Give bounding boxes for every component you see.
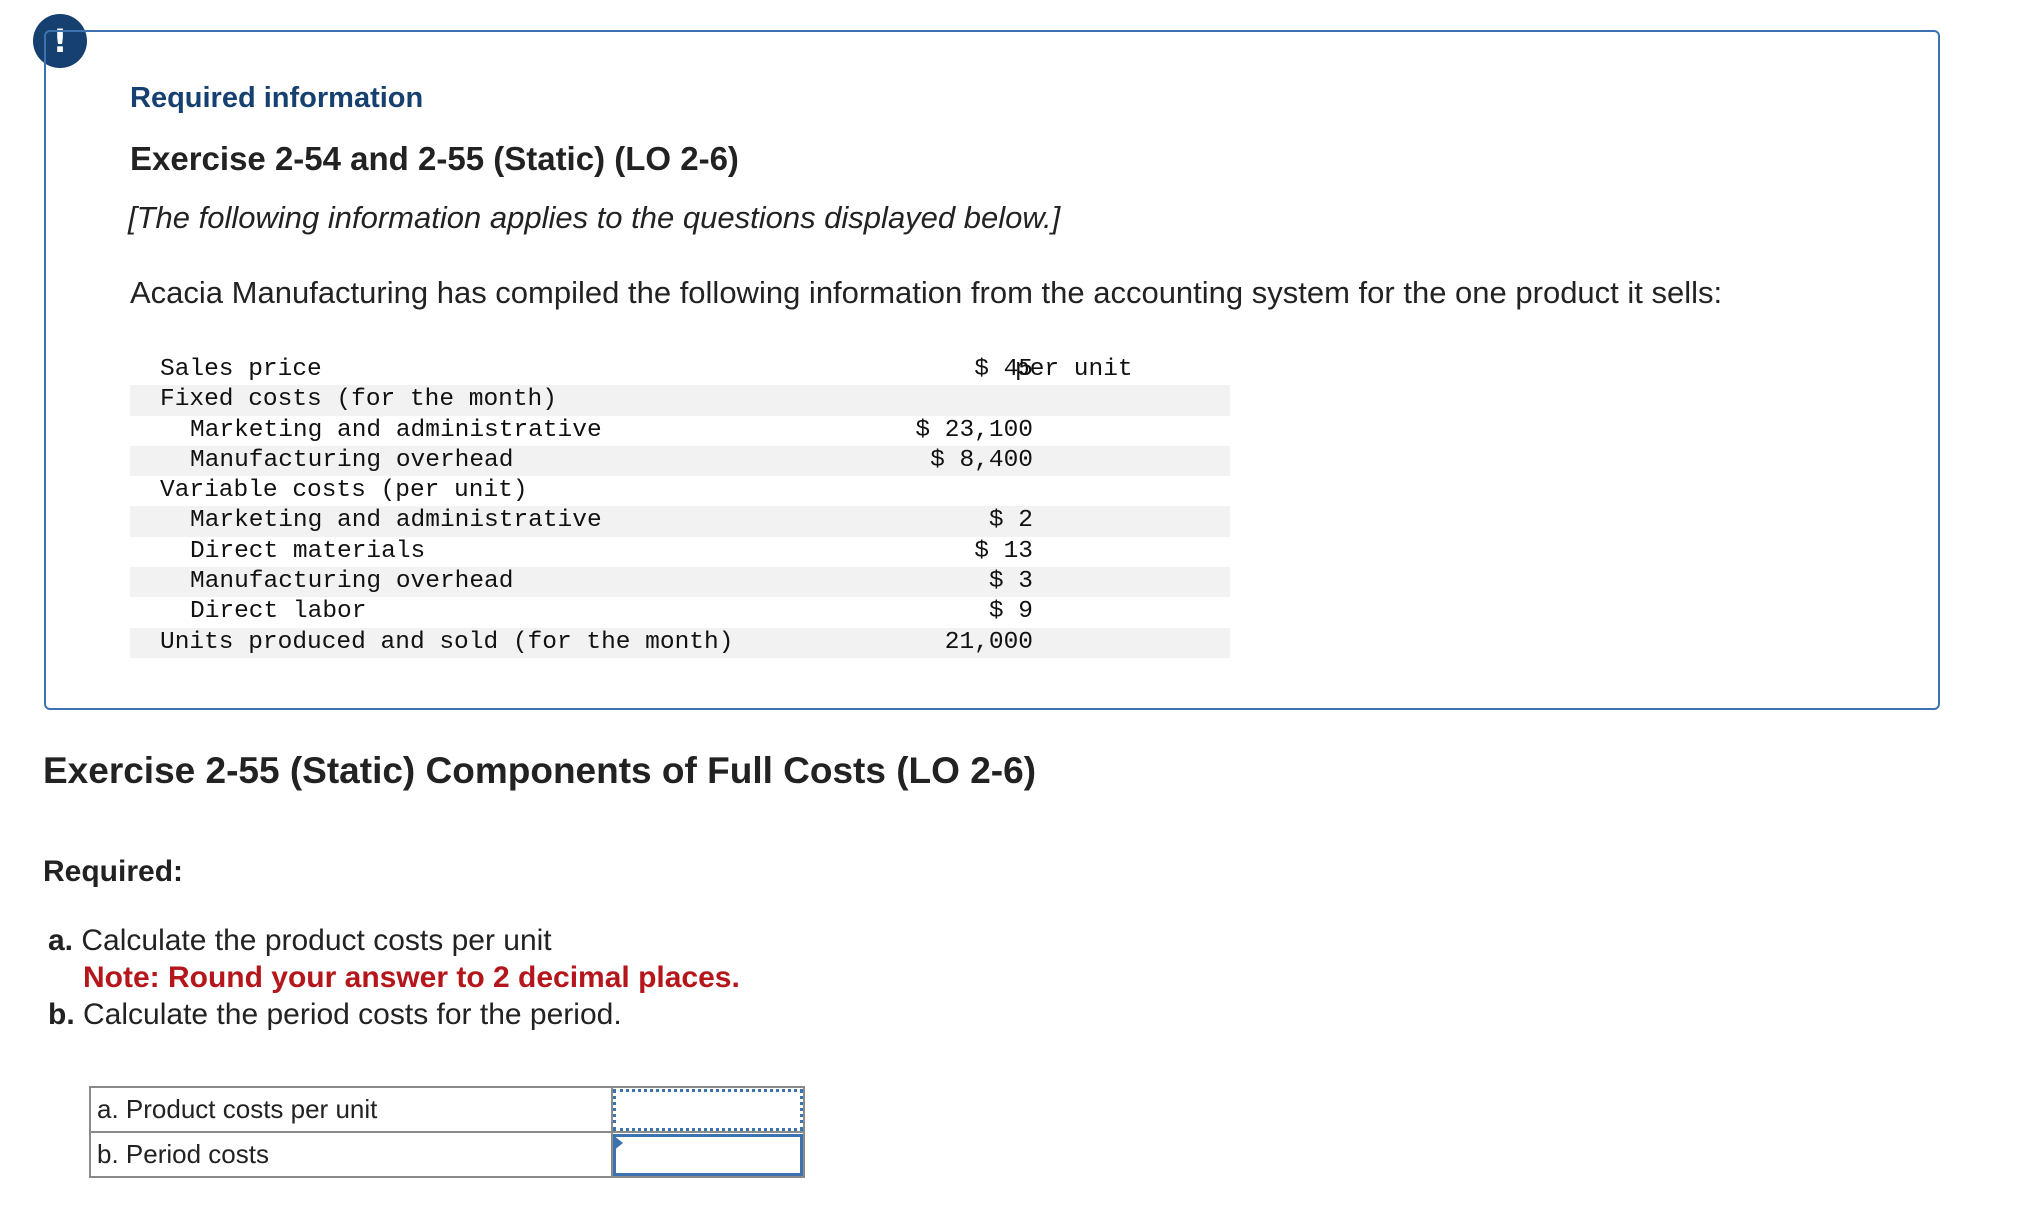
answer-table: a. Product costs per unit b. Period cost… (89, 1086, 805, 1178)
active-field-marker-icon (613, 1135, 623, 1151)
answer-label-a: a. Product costs per unit (89, 1086, 613, 1133)
row-value: $ 3 (988, 568, 1033, 596)
table-row: Fixed costs (for the month) (130, 385, 1230, 416)
row-label: Manufacturing overhead (190, 446, 514, 474)
row-label: Manufacturing overhead (190, 568, 514, 596)
table-row: Marketing and administrative $ 2 (130, 506, 1230, 537)
requirement-a-prefix: a. (48, 924, 74, 957)
row-unit: per unit (1015, 356, 1133, 383)
requirement-a: a. Calculate the product costs per unit (48, 922, 740, 959)
row-value: $ 2 (988, 507, 1033, 535)
answer-row-b: b. Period costs (89, 1131, 805, 1178)
rounding-note: Note: Round your answer to 2 decimal pla… (83, 961, 740, 994)
cost-data-table: Sales price $ 45 per unit Fixed costs (f… (130, 355, 1230, 658)
table-row: Manufacturing overhead $ 8,400 (130, 445, 1230, 477)
answer-row-a: a. Product costs per unit (89, 1086, 805, 1133)
row-value: $ 9 (988, 598, 1033, 626)
requirement-a-text: Calculate the product costs per unit (81, 924, 552, 957)
requirement-b-prefix: b. (48, 998, 75, 1031)
required-information-heading: Required information (130, 82, 424, 114)
row-value: $ 23,100 (915, 416, 1033, 444)
product-costs-per-unit-input[interactable] (613, 1088, 803, 1131)
requirement-b: b. Calculate the period costs for the pe… (48, 996, 740, 1033)
table-row: Sales price $ 45 per unit (130, 355, 1230, 385)
requirements-list: a. Calculate the product costs per unit … (48, 922, 740, 1033)
table-row: Direct materials $ 13 (130, 537, 1230, 567)
table-row: Variable costs (per unit) (130, 476, 1230, 506)
period-costs-input[interactable] (613, 1133, 803, 1176)
row-label: Marketing and administrative (190, 416, 602, 444)
requirement-b-text: Calculate the period costs for the perio… (83, 998, 622, 1031)
row-label: Direct labor (190, 598, 367, 626)
table-row: Marketing and administrative $ 23,100 (130, 416, 1230, 446)
answer-cell-b (611, 1131, 805, 1178)
part-title: Exercise 2-55 (Static) Components of Ful… (43, 750, 1037, 791)
row-value: $ 13 (974, 537, 1033, 565)
row-label: Fixed costs (for the month) (160, 386, 557, 414)
required-heading: Required: (43, 855, 184, 888)
intro-paragraph: Acacia Manufacturing has compiled the fo… (130, 275, 1723, 310)
answer-label-b: b. Period costs (89, 1131, 613, 1178)
row-value: $ 8,400 (930, 446, 1033, 474)
table-row: Manufacturing overhead $ 3 (130, 567, 1230, 598)
row-label: Variable costs (per unit) (160, 477, 528, 505)
table-row: Direct labor $ 9 (130, 597, 1230, 627)
row-value: 21,000 (944, 628, 1033, 656)
exercise-title: Exercise 2-54 and 2-55 (Static) (LO 2-6) (130, 140, 739, 177)
row-label: Direct materials (190, 537, 426, 565)
row-label: Marketing and administrative (190, 507, 602, 535)
table-row: Units produced and sold (for the month) … (130, 627, 1230, 658)
applies-note: [The following information applies to th… (128, 200, 1061, 235)
row-label: Units produced and sold (for the month) (160, 628, 734, 656)
row-label: Sales price (160, 356, 322, 383)
answer-cell-a (611, 1086, 805, 1133)
